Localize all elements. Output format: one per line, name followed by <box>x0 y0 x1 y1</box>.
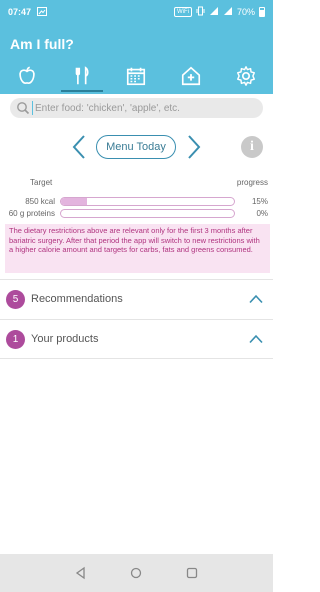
tab-calendar[interactable] <box>109 58 164 94</box>
app-bar: Am I full? <box>0 24 273 94</box>
next-arrow-icon[interactable] <box>185 134 203 160</box>
section-your-products[interactable]: 1 Your products <box>0 319 273 359</box>
menu-nav-row: Menu Today i <box>0 126 273 168</box>
progress-target-label: 60 g proteins <box>8 209 55 218</box>
apple-icon <box>19 66 35 84</box>
system-nav-bar <box>0 554 273 592</box>
status-bar: 07:47 WiFi 70% <box>0 0 273 24</box>
tab-bar <box>0 58 273 94</box>
search-input[interactable] <box>32 101 257 115</box>
info-button[interactable]: i <box>241 136 263 158</box>
divider <box>0 358 273 359</box>
back-icon[interactable] <box>74 566 88 580</box>
battery-percent: 70% <box>236 7 255 17</box>
status-time: 07:47 <box>8 7 32 17</box>
gear-icon <box>236 66 255 86</box>
recents-icon[interactable] <box>185 566 199 580</box>
calendar-icon <box>127 67 146 86</box>
progress-percent: 0% <box>256 209 268 218</box>
vibrate-icon <box>196 6 205 18</box>
battery-icon <box>259 7 265 17</box>
tab-health[interactable] <box>164 58 219 94</box>
search-icon <box>17 102 30 115</box>
progress-header-label: progress <box>236 178 268 187</box>
tab-foods[interactable] <box>0 58 55 94</box>
chevron-up-icon[interactable] <box>249 334 263 344</box>
progress-bar <box>60 197 235 206</box>
progress-fill <box>61 198 87 205</box>
progress-percent: 15% <box>251 197 268 206</box>
tab-menu[interactable] <box>55 58 110 94</box>
app-title: Am I full? <box>10 36 74 52</box>
notification-icon <box>37 6 48 18</box>
progress-bar <box>60 209 235 218</box>
menu-today-button[interactable]: Menu Today <box>96 135 176 159</box>
progress-header: Target progress <box>0 178 273 190</box>
progress-row-kcal: 850 kcal 15% <box>0 197 273 208</box>
signal-icon-2 <box>223 6 233 18</box>
dietary-notice: The dietary restrictions above are relev… <box>5 224 270 273</box>
hospital-house-icon <box>182 66 201 86</box>
wifi-badge: WiFi <box>173 7 192 17</box>
tab-settings[interactable] <box>218 58 273 94</box>
progress-row-proteins: 60 g proteins 0% <box>0 209 273 220</box>
previous-arrow-icon[interactable] <box>70 134 88 160</box>
signal-icon <box>209 6 219 18</box>
fork-knife-icon <box>75 66 89 85</box>
chevron-up-icon[interactable] <box>249 294 263 304</box>
target-header: Target <box>30 178 53 187</box>
search-row <box>0 94 273 124</box>
count-badge: 5 <box>6 290 25 309</box>
section-recommendations[interactable]: 5 Recommendations <box>0 279 273 319</box>
search-box[interactable] <box>10 98 263 118</box>
progress-target-label: 850 kcal <box>25 197 55 206</box>
home-icon[interactable] <box>129 566 143 580</box>
section-title: Your products <box>31 333 99 345</box>
count-badge: 1 <box>6 330 25 349</box>
section-title: Recommendations <box>31 293 123 305</box>
